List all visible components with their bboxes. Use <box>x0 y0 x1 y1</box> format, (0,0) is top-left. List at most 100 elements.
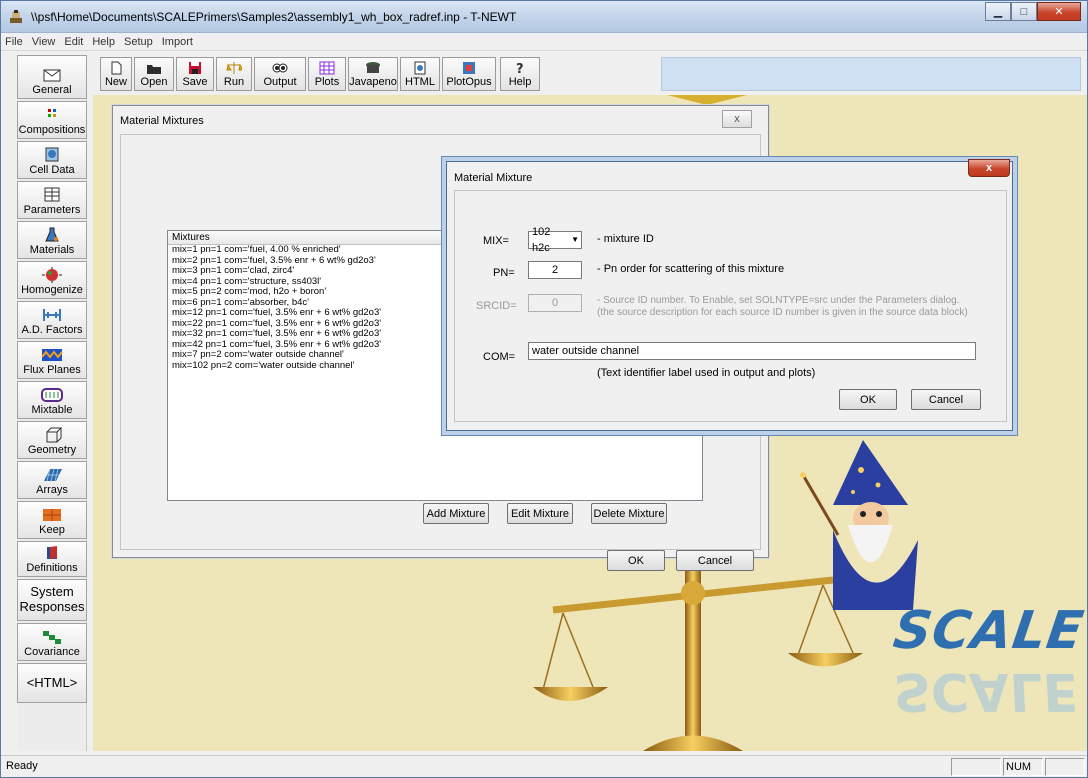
output-button[interactable]: Output <box>254 57 306 91</box>
folder-icon <box>147 65 161 74</box>
srcid-description-note: (the source description for each source … <box>597 307 968 318</box>
sidebar-label-compositions: Compositions <box>18 124 86 136</box>
new-button[interactable]: New <box>100 57 132 91</box>
menu-help[interactable]: Help <box>92 36 115 48</box>
sidebar-item-system-responses[interactable]: System Responses <box>17 579 87 621</box>
mix-label: MIX= <box>483 235 509 247</box>
title-bar[interactable]: \\psf\Home\Documents\SCALEPrimers\Sample… <box>1 1 1087 33</box>
sidebar-item-html[interactable]: <HTML> <box>17 663 87 703</box>
srcid-description: - Source ID number. To Enable, set SOLNT… <box>597 295 960 306</box>
menu-setup[interactable]: Setup <box>124 36 153 48</box>
sidebar-label-cell-data: Cell Data <box>29 164 75 176</box>
grid-plot-icon <box>319 61 335 75</box>
cancel-button[interactable]: Cancel <box>911 389 981 410</box>
cancel-button[interactable]: Cancel <box>676 550 754 571</box>
ok-button[interactable]: OK <box>607 550 665 571</box>
sidebar-item-ad-factors[interactable]: A.D. Factors <box>17 301 87 339</box>
sidebar-item-arrays[interactable]: Arrays <box>17 461 87 499</box>
add-mixture-button[interactable]: Add Mixture <box>423 503 489 524</box>
material-mixture-title: Material Mixture <box>454 172 533 184</box>
pn-label: PN= <box>493 267 515 279</box>
sidebar-label-flux-planes: Flux Planes <box>23 364 81 376</box>
material-mixture-close-button[interactable]: x <box>968 159 1010 177</box>
sidebar-item-cell-data[interactable]: Cell Data <box>17 141 87 179</box>
sidebar-item-materials[interactable]: Materials <box>17 221 87 259</box>
ok-button[interactable]: OK <box>839 389 897 410</box>
minimize-button[interactable]: ▁ <box>985 2 1011 21</box>
svg-text:?: ? <box>516 62 524 75</box>
menu-file[interactable]: File <box>5 36 23 48</box>
plots-button[interactable]: Plots <box>308 57 346 91</box>
sidebar-item-mixtable[interactable]: Mixtable <box>17 381 87 419</box>
floppy-icon <box>189 62 201 74</box>
close-window-button[interactable]: ✕ <box>1037 2 1081 21</box>
javapeno-button[interactable]: Javapeno <box>348 57 398 91</box>
menu-view[interactable]: View <box>32 36 56 48</box>
run-button[interactable]: Run <box>216 57 252 91</box>
com-description: (Text identifier label used in output an… <box>597 367 816 379</box>
mix-select-value: 102 h2c <box>532 226 551 254</box>
output-button-label: Output <box>263 76 297 88</box>
plotopus-button[interactable]: PlotOpus <box>442 57 496 91</box>
window-title: \\psf\Home\Documents\SCALEPrimers\Sample… <box>31 10 517 24</box>
sidebar-item-parameters[interactable]: Parameters <box>17 181 87 219</box>
question-icon: ? <box>516 62 524 75</box>
html-button-label: HTML <box>405 76 435 88</box>
run-button-label: Run <box>223 76 245 88</box>
sidebar-label-ad-factors: A.D. Factors <box>21 324 83 336</box>
srcid-input: 0 <box>528 294 582 312</box>
flask-icon <box>45 227 59 242</box>
envelope-icon <box>43 69 61 82</box>
sidebar-item-covariance[interactable]: Covariance <box>17 623 87 661</box>
sidebar-item-compositions[interactable]: Compositions <box>17 101 87 139</box>
sidebar-label-mixtable: Mixtable <box>31 404 73 416</box>
status-bar: Ready NUM <box>1 755 1087 777</box>
status-pane-blank-2 <box>1045 758 1085 776</box>
com-label: COM= <box>483 351 516 363</box>
toolbar-strip <box>661 57 1081 91</box>
arrays-icon <box>44 468 62 482</box>
menu-edit[interactable]: Edit <box>64 36 83 48</box>
sidebar-item-homogenize[interactable]: Homogenize <box>17 261 87 299</box>
wizard-mascot-art <box>800 440 918 610</box>
open-button[interactable]: Open <box>134 57 174 91</box>
sidebar-item-keep[interactable]: Keep <box>17 501 87 539</box>
new-document-icon <box>111 61 122 75</box>
menu-bar: File View Edit Help Setup Import <box>1 33 1087 51</box>
menu-import[interactable]: Import <box>162 36 193 48</box>
pn-input[interactable]: 2 <box>528 261 582 279</box>
sidebar-item-definitions[interactable]: Definitions <box>17 541 87 577</box>
sidebar-item-general[interactable]: General <box>17 55 87 99</box>
dots-icon <box>48 109 56 117</box>
mix-select[interactable]: 102 h2c ▼ <box>528 226 582 254</box>
globe-arrows-icon <box>42 267 62 283</box>
sidebar-item-flux-planes[interactable]: Flux Planes <box>17 341 87 379</box>
eyes-icon <box>272 63 288 73</box>
mix-description: - mixture ID <box>597 233 654 245</box>
keep-icon <box>43 509 61 521</box>
material-mixture-panel: MIX= 102 h2c ▼ - mixture ID PN= 2 - Pn o… <box>454 190 1007 422</box>
com-input[interactable]: water outside channel <box>528 342 976 360</box>
sidebar-label-keep: Keep <box>39 524 65 536</box>
maximize-button[interactable]: □ <box>1011 2 1037 21</box>
sidebar-item-geometry[interactable]: Geometry <box>17 421 87 459</box>
help-button[interactable]: ? Help <box>500 57 540 91</box>
html-button[interactable]: HTML <box>400 57 440 91</box>
balance-scale-icon <box>226 62 242 74</box>
scale-logo: SCALE <box>889 601 1087 661</box>
delete-mixture-button[interactable]: Delete Mixture <box>591 503 667 524</box>
material-mixtures-close-button[interactable]: x <box>722 110 752 128</box>
edit-mixture-button[interactable]: Edit Mixture <box>507 503 573 524</box>
help-button-label: Help <box>508 76 532 88</box>
toolbar: New Open Save Run Output Plots Javapeno <box>97 55 1083 93</box>
save-button[interactable]: Save <box>176 57 214 91</box>
open-button-label: Open <box>140 76 168 88</box>
chevron-down-icon: ▼ <box>571 235 579 244</box>
plotopus-button-label: PlotOpus <box>446 76 492 88</box>
material-mixture-dialog: Material Mixture x MIX= 102 h2c ▼ - mixt… <box>446 159 1013 431</box>
web-page-icon <box>414 61 426 75</box>
sidebar-label-parameters: Parameters <box>23 204 81 216</box>
scale-logo-reflection: SCALE <box>889 661 1083 721</box>
window-controls: ▁ □ ✕ <box>985 2 1081 21</box>
plots-button-label: Plots <box>314 76 340 88</box>
